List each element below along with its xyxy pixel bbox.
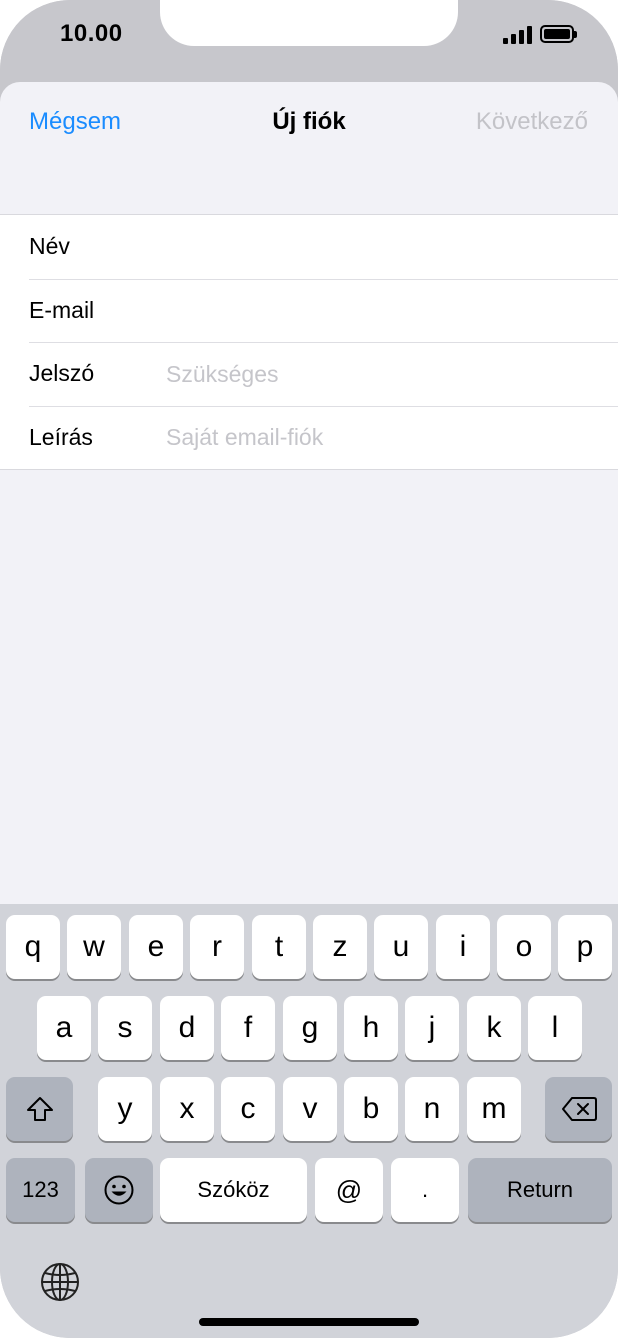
key-p[interactable]: p	[558, 915, 612, 979]
name-label: Név	[29, 233, 70, 259]
nav-bar: Mégsem Új fiók Következő	[0, 82, 618, 164]
battery-icon	[540, 25, 577, 43]
key-k[interactable]: k	[467, 996, 521, 1060]
name-row: Név	[0, 215, 618, 279]
home-indicator	[199, 1318, 419, 1326]
key-z[interactable]: z	[313, 915, 367, 979]
delete-icon	[561, 1097, 597, 1121]
notch	[160, 0, 458, 46]
key-l[interactable]: l	[528, 996, 582, 1060]
status-bar: 10.00	[0, 0, 618, 82]
key-o[interactable]: o	[497, 915, 551, 979]
description-field[interactable]	[166, 417, 586, 458]
key-i[interactable]: i	[436, 915, 490, 979]
password-label: Jelszó	[29, 360, 95, 386]
key-s[interactable]: s	[98, 996, 152, 1060]
globe-icon[interactable]	[40, 1262, 80, 1302]
password-row: Jelszó	[0, 342, 618, 406]
key-m[interactable]: m	[467, 1077, 521, 1141]
account-form: Név E-mail Jelszó Leírás	[0, 214, 618, 470]
signal-icon	[503, 26, 533, 44]
email-label: E-mail	[29, 296, 95, 323]
email-field[interactable]	[166, 290, 586, 331]
key-r[interactable]: r	[190, 915, 244, 979]
new-account-sheet: Mégsem Új fiók Következő Név E-mail Jels…	[0, 82, 618, 904]
key-q[interactable]: q	[6, 915, 60, 979]
key-u[interactable]: u	[374, 915, 428, 979]
key-y[interactable]: y	[98, 1077, 152, 1141]
key-n[interactable]: n	[405, 1077, 459, 1141]
key-d[interactable]: d	[160, 996, 214, 1060]
numbers-key[interactable]: 123	[6, 1158, 75, 1222]
key-v[interactable]: v	[283, 1077, 337, 1141]
key-h[interactable]: h	[344, 996, 398, 1060]
emoji-key[interactable]	[85, 1158, 153, 1222]
phone-screen: 10.00 Mégsem Új fiók Következő Név E-mai…	[0, 0, 618, 1338]
at-key[interactable]: @	[315, 1158, 383, 1222]
name-field[interactable]	[166, 227, 586, 267]
key-x[interactable]: x	[160, 1077, 214, 1141]
key-t[interactable]: t	[252, 915, 306, 979]
key-e[interactable]: e	[129, 915, 183, 979]
key-a[interactable]: a	[37, 996, 91, 1060]
shift-icon	[26, 1097, 53, 1121]
emoji-icon	[104, 1175, 134, 1205]
key-w[interactable]: w	[67, 915, 121, 979]
key-j[interactable]: j	[405, 996, 459, 1060]
return-key[interactable]: Return	[468, 1158, 612, 1222]
key-f[interactable]: f	[221, 996, 275, 1060]
space-key[interactable]: Szóköz	[160, 1158, 307, 1222]
description-row: Leírás	[0, 405, 618, 470]
dot-key[interactable]: .	[391, 1158, 459, 1222]
key-g[interactable]: g	[283, 996, 337, 1060]
delete-key[interactable]	[545, 1077, 612, 1141]
next-button[interactable]: Következő	[476, 108, 588, 136]
password-field[interactable]	[166, 354, 586, 394]
shift-key[interactable]	[6, 1077, 73, 1141]
key-c[interactable]: c	[221, 1077, 275, 1141]
description-label: Leírás	[29, 423, 93, 450]
key-b[interactable]: b	[344, 1077, 398, 1141]
status-time: 10.00	[60, 20, 123, 47]
keyboard: q w e r t z u i o p a s d f g h j k l y …	[0, 904, 618, 1338]
email-row: E-mail	[0, 278, 618, 343]
